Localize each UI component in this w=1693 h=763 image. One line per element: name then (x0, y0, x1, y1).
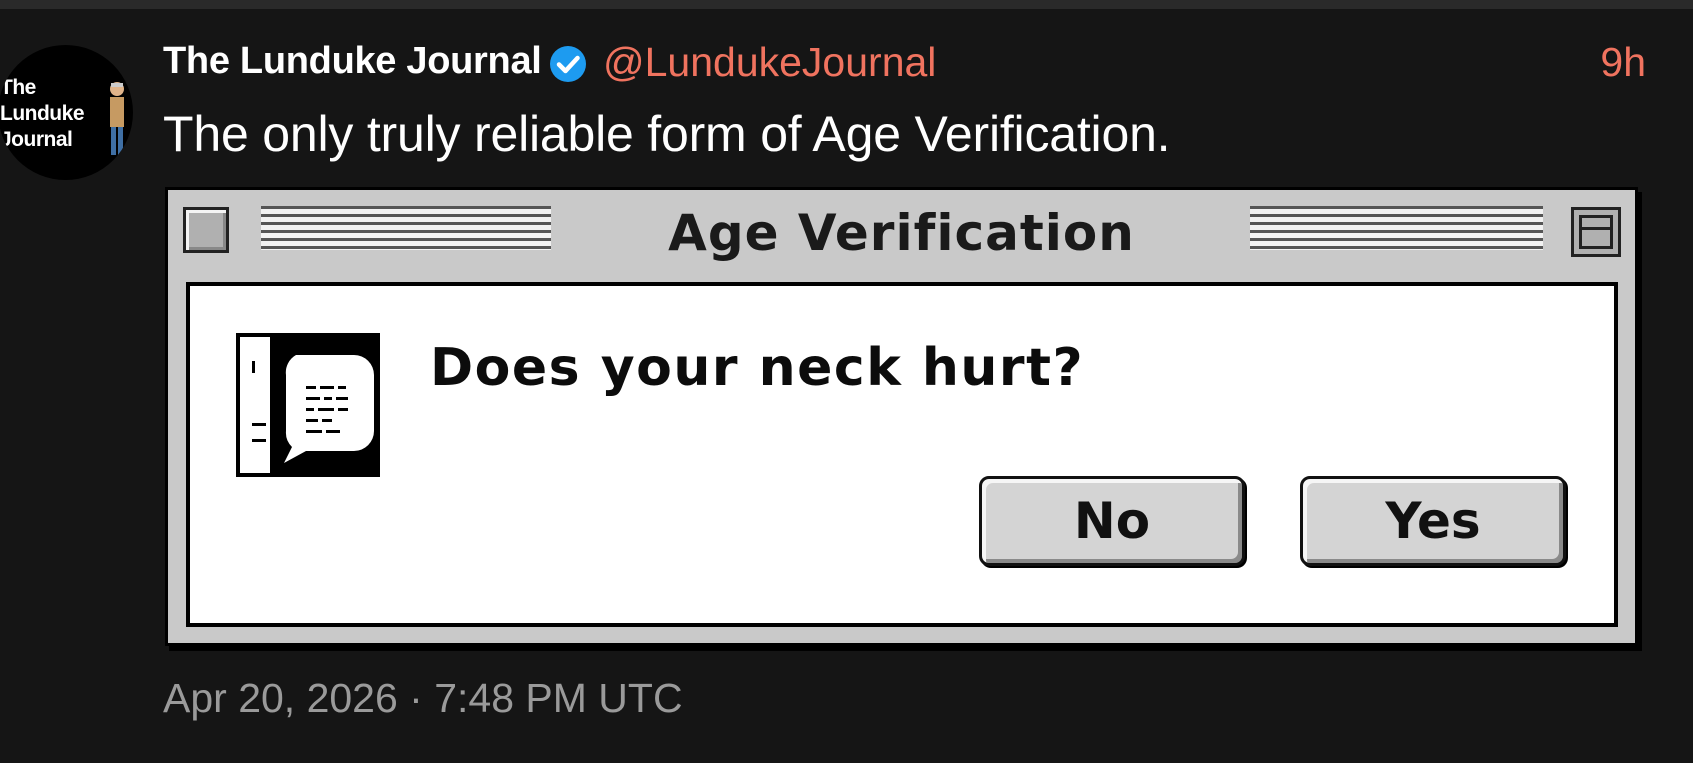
avatar-logo-text: The Lunduke Journal (0, 76, 85, 151)
no-button[interactable]: No (979, 476, 1245, 566)
tweet-text: The only truly reliable form of Age Veri… (163, 106, 1171, 162)
verified-badge-icon (550, 46, 586, 82)
age-verification-dialog-image[interactable]: Age Verification Does your neck hurt? No… (165, 187, 1638, 646)
avatar[interactable]: The Lunduke Journal (0, 45, 133, 180)
dialog-content: Does your neck hurt? No Yes (186, 282, 1618, 627)
person-figure-icon (110, 82, 124, 155)
tweet-time-ago[interactable]: 9h (1600, 39, 1646, 86)
zoom-box-icon (1571, 207, 1621, 257)
author-handle[interactable]: @LundukeJournal (603, 39, 936, 86)
dialog-title-bar: Age Verification (168, 190, 1635, 270)
author-name[interactable]: The Lunduke Journal (163, 40, 542, 83)
top-divider (0, 0, 1693, 9)
tweet-timestamp[interactable]: Apr 20, 2026 · 7:48 PM UTC (163, 675, 683, 722)
speech-bubble-face-icon (236, 333, 380, 477)
title-stripes-right (1250, 206, 1543, 250)
dialog-question: Does your neck hurt? (430, 338, 1085, 398)
yes-button[interactable]: Yes (1300, 476, 1566, 566)
